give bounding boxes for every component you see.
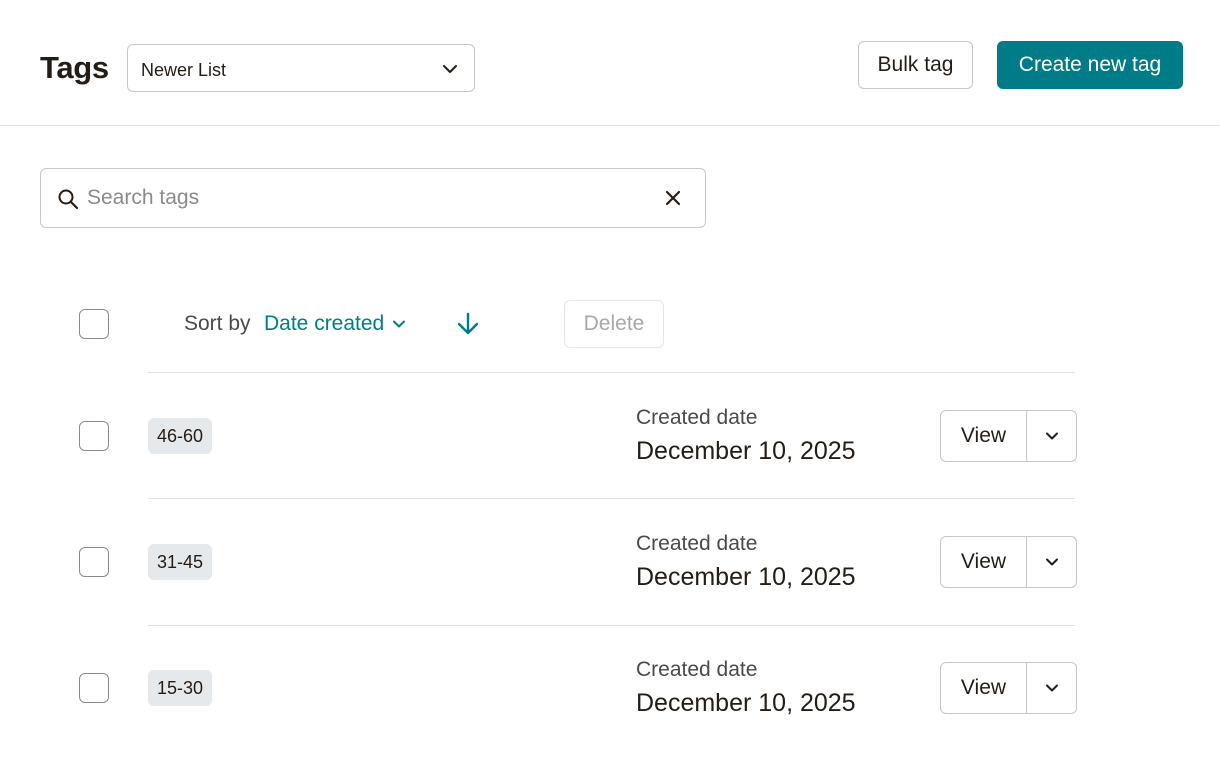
- tag-badge[interactable]: 15-30: [148, 670, 213, 706]
- row-checkbox[interactable]: [79, 547, 109, 577]
- view-button[interactable]: View: [941, 663, 1027, 713]
- sort-label: Sort by: [184, 312, 251, 335]
- view-split-button: View: [940, 536, 1077, 588]
- chevron-down-icon: [1045, 558, 1058, 566]
- row-checkbox[interactable]: [79, 421, 109, 451]
- view-split-button: View: [940, 662, 1077, 714]
- table-row: 31-45 Created date December 10, 2025 Vie…: [0, 499, 1220, 625]
- search-icon: [58, 189, 79, 210]
- search-input[interactable]: [87, 179, 647, 217]
- table-row: 46-60 Created date December 10, 2025 Vie…: [0, 373, 1220, 499]
- created-date-label: Created date: [636, 658, 758, 681]
- chevron-down-icon: [443, 65, 457, 73]
- table-row: 15-30 Created date December 10, 2025 Vie…: [0, 625, 1220, 751]
- page-title: Tags: [40, 50, 109, 85]
- close-icon[interactable]: [663, 188, 683, 208]
- create-new-tag-button[interactable]: Create new tag: [997, 41, 1183, 89]
- tag-badge[interactable]: 31-45: [148, 544, 213, 580]
- audience-list-select-value: Newer List: [141, 60, 227, 80]
- created-date-label: Created date: [636, 532, 758, 555]
- created-date-label: Created date: [636, 406, 758, 429]
- created-date-value: December 10, 2025: [636, 437, 856, 465]
- view-split-button: View: [940, 410, 1077, 462]
- page-header: Tags Newer List Bulk tag Create new tag: [0, 0, 1220, 126]
- view-button[interactable]: View: [941, 537, 1027, 587]
- sort-by-dropdown[interactable]: Date created: [264, 312, 406, 336]
- search-box: [40, 168, 706, 228]
- chevron-down-icon: [1045, 432, 1058, 440]
- tag-badge[interactable]: 46-60: [148, 418, 213, 454]
- audience-list-select[interactable]: Newer List: [127, 44, 475, 92]
- select-all-checkbox[interactable]: [79, 309, 109, 339]
- sort-by-value: Date created: [264, 312, 385, 335]
- row-checkbox[interactable]: [79, 673, 109, 703]
- row-menu-button[interactable]: [1027, 663, 1076, 713]
- delete-button[interactable]: Delete: [564, 300, 664, 348]
- bulk-tag-button[interactable]: Bulk tag: [858, 41, 973, 89]
- chevron-down-icon: [1045, 684, 1058, 692]
- sort-direction-arrow-down-icon[interactable]: [455, 311, 481, 337]
- row-menu-button[interactable]: [1027, 411, 1076, 461]
- created-date-value: December 10, 2025: [636, 563, 856, 591]
- view-button[interactable]: View: [941, 411, 1027, 461]
- row-menu-button[interactable]: [1027, 537, 1076, 587]
- created-date-value: December 10, 2025: [636, 689, 856, 717]
- chevron-down-icon: [393, 320, 406, 328]
